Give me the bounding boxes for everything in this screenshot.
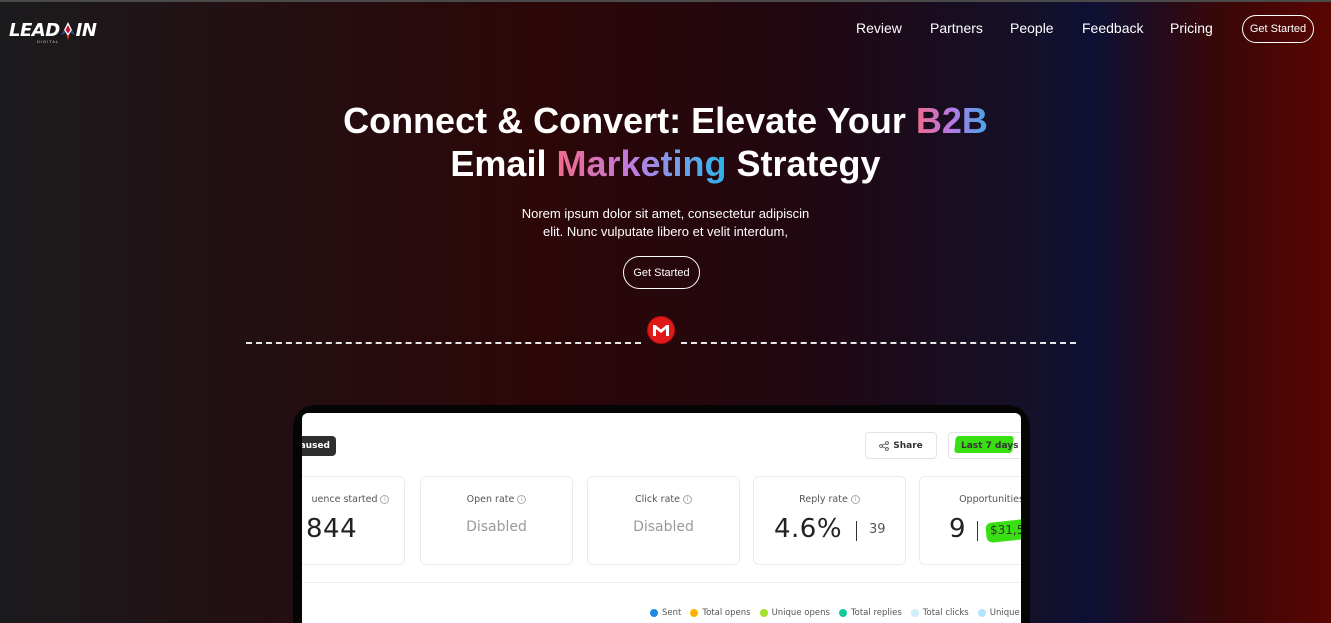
legend-dot xyxy=(690,609,699,617)
stat-card-label-text: uence started xyxy=(311,494,378,505)
legend-dot xyxy=(910,609,919,617)
stat-card-secondary: $31,5 xyxy=(990,523,1021,537)
hero-title: Connect & Convert: Elevate Your B2B Emai… xyxy=(0,99,1331,185)
stat-card-value: 844 xyxy=(306,514,358,544)
hero-get-started-button[interactable]: Get Started xyxy=(623,256,700,289)
stat-card-value: 9 xyxy=(949,514,967,544)
stat-card-label: uence started i xyxy=(302,494,426,505)
top-navigation: LEAD IN DIGITAL Review Partners People F… xyxy=(0,0,1331,60)
stat-card-separator xyxy=(977,521,978,541)
hero-title-part: Email xyxy=(450,143,557,184)
legend-dot xyxy=(759,609,768,617)
stat-card-label: Click rate i xyxy=(588,494,739,505)
stat-card-sequence: uence started i 844 xyxy=(302,476,405,565)
legend-label: Unique opens xyxy=(771,608,830,618)
logo-wordmark: LEAD IN xyxy=(9,20,97,41)
legend-item-unique-opens[interactable]: Unique opens xyxy=(759,608,830,618)
stat-card-label-text: Click rate xyxy=(635,494,680,505)
legend-item-total-clicks[interactable]: Total clicks xyxy=(910,608,969,618)
info-icon[interactable]: i xyxy=(517,495,527,504)
stat-card-label: Opportunitiesi xyxy=(922,494,1021,505)
stat-card-value: Disabled xyxy=(633,519,694,535)
dashed-divider-left xyxy=(246,342,641,344)
stat-card-open-rate: Open rate i Disabled xyxy=(420,476,573,565)
logo-subtitle: DIGITAL xyxy=(37,39,60,44)
status-badge: Paused xyxy=(302,436,336,456)
info-icon[interactable]: i xyxy=(682,495,692,504)
legend-dot xyxy=(838,609,847,617)
stat-card-label-text: Open rate xyxy=(466,494,515,505)
hero-title-highlight-marketing: Marketing xyxy=(556,143,727,184)
share-button[interactable]: Share xyxy=(865,432,937,459)
nav-link-partners[interactable]: Partners xyxy=(930,20,983,36)
share-label: Share xyxy=(893,440,923,451)
gmail-icon xyxy=(647,316,675,344)
stat-card-click-rate: Click rate i Disabled xyxy=(587,476,740,565)
stat-card-label-text: Reply rate xyxy=(799,494,848,505)
legend-label: Total clicks xyxy=(922,608,969,618)
dashed-divider-right xyxy=(681,342,1076,344)
nav-link-pricing[interactable]: Pricing xyxy=(1170,20,1213,36)
legend-item-unique[interactable]: Unique xyxy=(977,608,1020,618)
hero-subtitle-line: elit. Nunc vulputate libero et velit int… xyxy=(543,224,788,239)
legend-label: Total opens xyxy=(702,608,751,618)
legend-label: Total replies xyxy=(850,608,902,618)
hero-title-highlight-b2b: B2B xyxy=(915,100,988,141)
info-icon[interactable]: i xyxy=(850,495,860,504)
dashboard-screen: Paused Share Last 7 days uence startedi … xyxy=(302,413,1021,623)
section-divider xyxy=(302,582,1021,583)
stat-card-label-text: Opportunities xyxy=(959,494,1021,505)
nav-get-started-button[interactable]: Get Started xyxy=(1242,15,1314,43)
stat-card-value: 4.6% xyxy=(774,514,843,544)
legend-item-total-opens[interactable]: Total opens xyxy=(690,608,751,618)
stat-card-separator xyxy=(856,521,857,541)
legend-dot xyxy=(977,609,986,617)
hero-subtitle: Norem ipsum dolor sit amet, consectetur … xyxy=(0,205,1331,241)
chart-legend: Sent Total opens Unique opens Total repl… xyxy=(650,608,1021,618)
stat-card-label: Open rate i xyxy=(421,494,572,505)
stat-card-value: Disabled xyxy=(466,519,527,535)
nav-link-review[interactable]: Review xyxy=(856,20,902,36)
legend-label: Sent xyxy=(662,608,682,618)
logo-text-lead: LEAD xyxy=(9,20,60,41)
info-icon[interactable]: i xyxy=(380,495,390,504)
logo-text-in: IN xyxy=(75,20,97,41)
stat-card-reply-rate: Reply rate i 4.6% 39 xyxy=(753,476,906,565)
hero-title-part: Connect & Convert: Elevate Your xyxy=(343,100,916,141)
legend-item-sent[interactable]: Sent xyxy=(650,608,681,618)
stat-card-opportunities: Opportunitiesi 9 $31,5 xyxy=(919,476,1021,565)
date-range-select[interactable]: Last 7 days xyxy=(948,432,1021,459)
logo-rocket-icon xyxy=(60,21,75,40)
legend-item-total-replies[interactable]: Total replies xyxy=(838,608,902,618)
hero-title-part: Strategy xyxy=(726,143,881,184)
nav-link-people[interactable]: People xyxy=(1010,20,1054,36)
nav-link-feedback[interactable]: Feedback xyxy=(1082,20,1143,36)
legend-dot xyxy=(650,609,658,617)
legend-label: Unique xyxy=(989,608,1020,618)
brand-logo[interactable]: LEAD IN DIGITAL xyxy=(9,20,97,48)
stat-card-secondary: 39 xyxy=(869,522,886,537)
date-range-label: Last 7 days xyxy=(961,440,1019,451)
hero-subtitle-line: Norem ipsum dolor sit amet, consectetur … xyxy=(521,206,810,221)
share-icon xyxy=(879,440,890,451)
stat-card-label: Reply rate i xyxy=(754,494,905,505)
